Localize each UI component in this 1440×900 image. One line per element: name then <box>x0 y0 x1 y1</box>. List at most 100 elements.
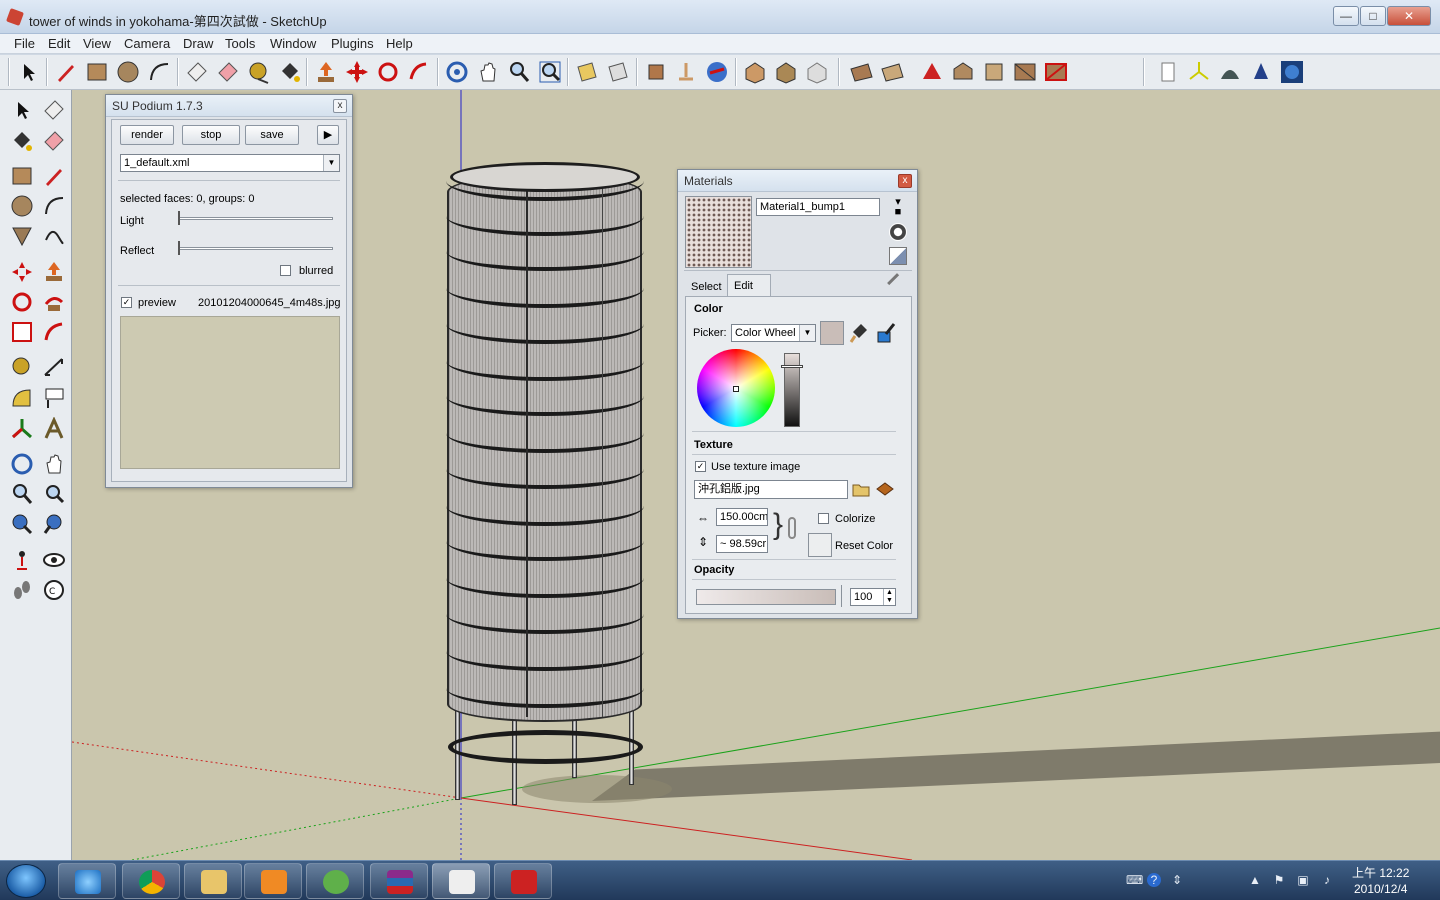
taskbar-messenger[interactable] <box>306 863 364 899</box>
taskbar-media-player[interactable] <box>244 863 302 899</box>
colorize-checkbox[interactable] <box>818 513 829 524</box>
rotate-icon[interactable] <box>375 59 401 85</box>
dimension-icon[interactable] <box>42 355 66 379</box>
menu-draw[interactable]: Draw <box>183 36 213 51</box>
3d-warehouse-icon[interactable] <box>673 59 699 85</box>
stop-button[interactable]: stop <box>182 125 240 145</box>
section-plane-icon[interactable]: C <box>42 578 66 602</box>
pan-icon[interactable] <box>42 452 66 476</box>
arc-icon[interactable] <box>146 59 172 85</box>
light-slider[interactable] <box>178 217 333 220</box>
google-earth-icon[interactable] <box>704 59 730 85</box>
rotate-icon[interactable] <box>10 290 34 314</box>
light-slider-thumb[interactable] <box>178 211 180 225</box>
tape-measure-icon[interactable] <box>246 59 272 85</box>
select-icon[interactable] <box>10 98 34 122</box>
menu-plugins[interactable]: Plugins <box>331 36 374 51</box>
keyboard-icon[interactable]: ⌨ <box>1126 873 1143 887</box>
create-material-icon[interactable] <box>889 223 907 241</box>
taskbar-internet-explorer[interactable] <box>58 863 116 899</box>
system-clock[interactable]: 上午 12:22 2010/12/4 <box>1352 865 1409 897</box>
next-view-icon[interactable] <box>42 512 66 536</box>
menu-edit[interactable]: Edit <box>48 36 70 51</box>
show-hidden-icons-icon[interactable]: ▲ <box>1248 873 1262 887</box>
minimize-button[interactable]: — <box>1333 6 1359 26</box>
network-icon[interactable]: ▣ <box>1296 873 1310 887</box>
color-wheel[interactable] <box>697 349 775 427</box>
start-button[interactable] <box>6 864 46 898</box>
push-pull-icon[interactable] <box>42 260 66 284</box>
rectangle-icon[interactable] <box>10 164 34 188</box>
maximize-button[interactable]: □ <box>1360 6 1386 26</box>
axes-icon[interactable] <box>10 417 34 441</box>
texture-file-field[interactable]: 沖孔鋁版.jpg <box>694 480 848 499</box>
eraser-icon[interactable] <box>184 59 210 85</box>
texture-width-field[interactable]: 150.00cm <box>716 508 768 526</box>
save-button[interactable]: save <box>245 125 299 145</box>
section-plane-icon[interactable] <box>574 59 600 85</box>
follow-me-icon[interactable] <box>42 290 66 314</box>
podium-icon[interactable] <box>1155 59 1181 85</box>
menu-view[interactable]: View <box>83 36 111 51</box>
tab-edit[interactable]: Edit <box>734 280 753 292</box>
polygon-icon[interactable] <box>10 224 34 248</box>
paint-bucket-icon[interactable] <box>277 59 303 85</box>
preview-checkbox[interactable]: ✓ <box>121 297 132 308</box>
taskbar-layout[interactable] <box>494 863 552 899</box>
reflect-slider[interactable] <box>178 247 333 250</box>
su-podium-close-button[interactable]: x <box>333 99 347 113</box>
zoom-icon[interactable] <box>506 59 532 85</box>
add-detail-icon[interactable] <box>981 59 1007 85</box>
sample-paint-icon[interactable] <box>887 273 907 293</box>
push-pull-icon[interactable] <box>313 59 339 85</box>
select-icon[interactable] <box>15 59 41 85</box>
material-name-field[interactable]: Material1_bump1 <box>756 198 880 216</box>
preset-select[interactable]: 1_default.xml ▼ <box>120 154 340 172</box>
match-screen-color-icon[interactable] <box>876 322 896 344</box>
tab-select[interactable]: Select <box>691 281 722 293</box>
pencil-icon[interactable] <box>53 59 79 85</box>
picker-select[interactable]: Color Wheel ▼ <box>731 324 816 342</box>
flip-edge-icon[interactable] <box>1012 59 1038 85</box>
menu-window[interactable]: Window <box>270 36 316 51</box>
previous-view-icon[interactable] <box>10 512 34 536</box>
render-button[interactable]: render <box>120 125 174 145</box>
close-window-button[interactable]: ✕ <box>1387 6 1431 26</box>
pencil-icon[interactable] <box>42 164 66 188</box>
axes-icon[interactable] <box>1186 59 1212 85</box>
action-center-flag-icon[interactable]: ⚑ <box>1272 873 1286 887</box>
shadows-icon[interactable] <box>1217 59 1243 85</box>
help-icon[interactable]: ? <box>1147 873 1161 887</box>
flip-edge-icon[interactable] <box>1043 59 1069 85</box>
lock-aspect-chain-icon[interactable] <box>788 517 796 539</box>
texture-icon[interactable] <box>879 59 905 85</box>
zoom-icon[interactable] <box>10 482 34 506</box>
reset-color-swatch[interactable] <box>808 533 832 557</box>
zoom-window-icon[interactable] <box>42 482 66 506</box>
reflect-slider-thumb[interactable] <box>178 241 180 255</box>
scale-icon[interactable] <box>10 320 34 344</box>
menu-help[interactable]: Help <box>386 36 413 51</box>
stamp-icon[interactable] <box>919 59 945 85</box>
paint-bucket-icon[interactable] <box>10 129 34 153</box>
zoom-extents-icon[interactable] <box>537 59 563 85</box>
play-button[interactable]: ▶ <box>317 125 339 145</box>
opacity-slider[interactable] <box>696 589 836 605</box>
material-details-icon[interactable]: ▾ ■ <box>890 197 906 218</box>
menu-tools[interactable]: Tools <box>225 36 255 51</box>
pan-icon[interactable] <box>475 59 501 85</box>
brightness-slider-thumb[interactable] <box>781 365 803 368</box>
taskbar-winrar[interactable] <box>370 863 428 899</box>
rectangle-icon[interactable] <box>84 59 110 85</box>
drape-icon[interactable] <box>950 59 976 85</box>
current-color-swatch[interactable] <box>820 321 844 345</box>
circle-icon[interactable] <box>115 59 141 85</box>
menu-file[interactable]: File <box>14 36 35 51</box>
taskbar-chrome[interactable] <box>122 863 180 899</box>
share-model-icon[interactable] <box>773 59 799 85</box>
materials-close-button[interactable]: x <box>898 174 912 188</box>
follow-me-icon[interactable] <box>406 59 432 85</box>
tape-measure-icon[interactable] <box>10 355 34 379</box>
move-icon[interactable] <box>10 260 34 284</box>
get-models-icon[interactable] <box>742 59 768 85</box>
